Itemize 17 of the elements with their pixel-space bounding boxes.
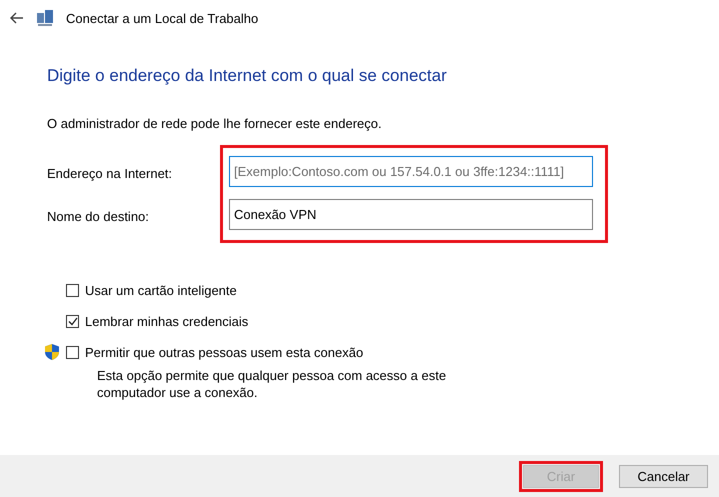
window-title: Conectar a um Local de Trabalho	[66, 10, 258, 26]
dialog-button[interactable]: Cancelar	[619, 464, 708, 488]
intro-text: O administrador de rede pode lhe fornecer este endereço.	[47, 116, 383, 131]
back-arrow-icon[interactable]	[10, 12, 24, 24]
network-icon	[36, 9, 54, 27]
field-label: Endereço na Internet:	[47, 165, 174, 183]
checkbox-label[interactable]: Permitir que outras pessoas usem esta conexão	[85, 344, 364, 360]
field-label: Nome do destino:	[47, 208, 150, 226]
page-heading: Digite o endereço da Internet com o qual se conectar	[47, 66, 448, 86]
checkbox[interactable]	[66, 346, 79, 358]
checkbox-label[interactable]: Usar um cartão inteligente	[85, 282, 237, 298]
option-description: Esta opção permite que qualquer pessoa com acesso a este computador use a conexão.	[97, 367, 448, 401]
checkbox[interactable]	[66, 314, 79, 328]
input-field[interactable]: Conexão VPN	[229, 199, 593, 230]
checkbox[interactable]	[66, 284, 79, 296]
input-field[interactable]: [Exemplo:Contoso.com ou 157.54.0.1 ou 3ffe:1234::1111]	[229, 156, 593, 187]
checkbox-label[interactable]: Lembrar minhas credenciais	[85, 314, 248, 328]
